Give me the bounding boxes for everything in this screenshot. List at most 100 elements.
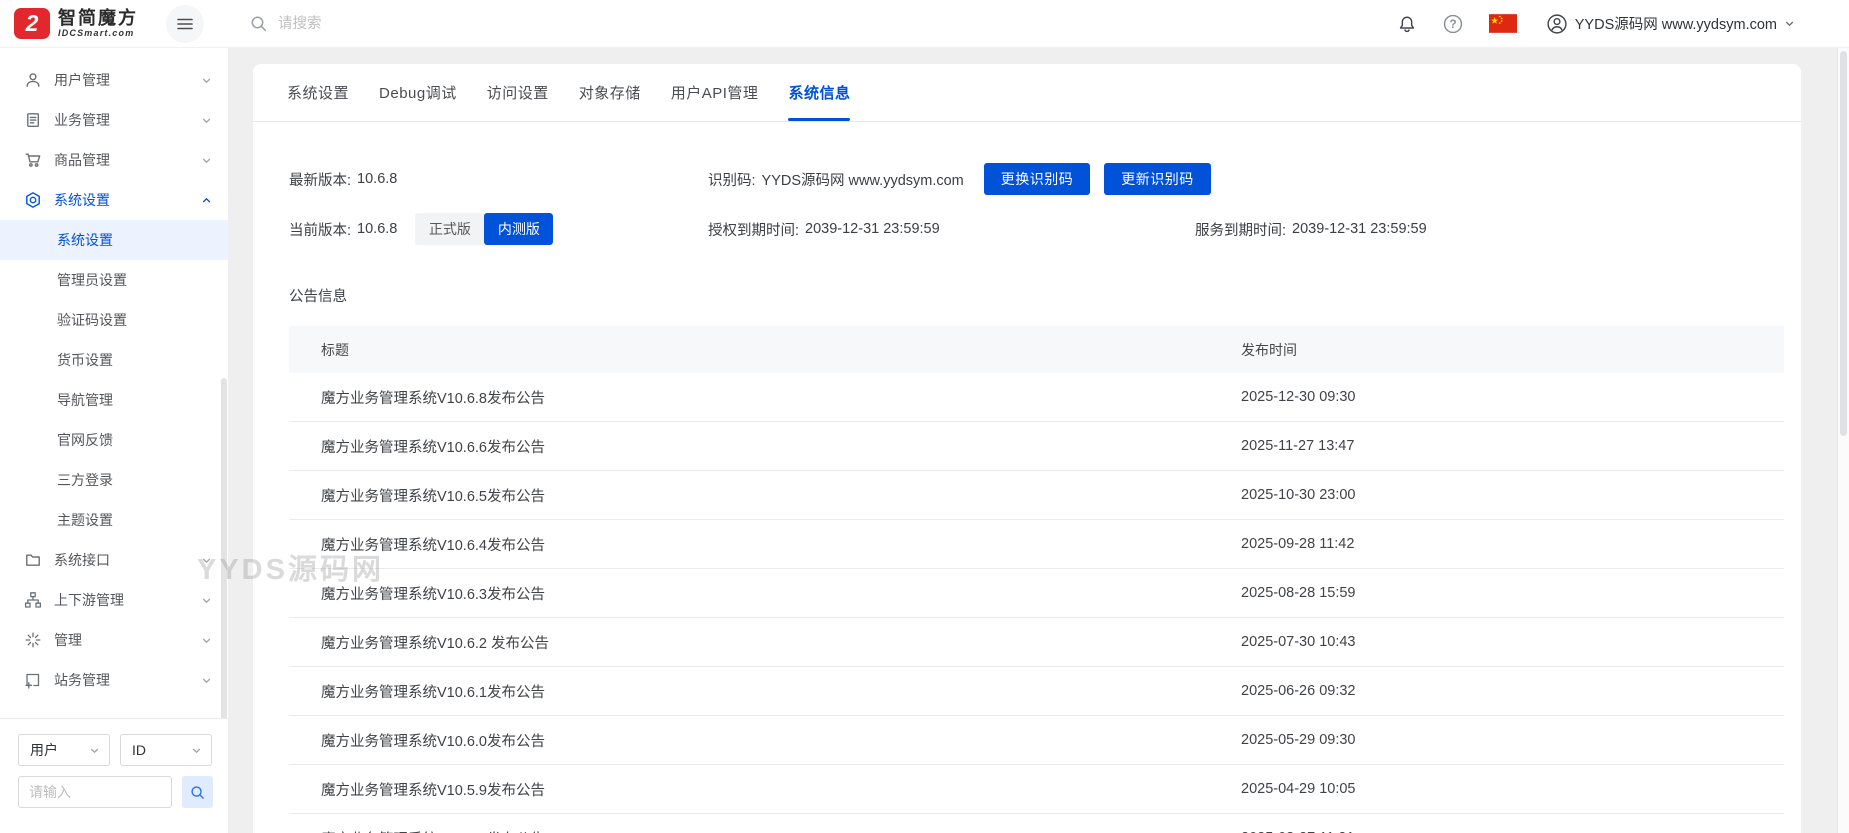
announcement-title[interactable]: 魔方业务管理系统V10.6.8发布公告 [289, 387, 1209, 408]
burst-icon [25, 632, 41, 648]
chevron-up-icon [201, 195, 212, 206]
change-idcode-button[interactable]: 更换识别码 [983, 163, 1091, 195]
sidebar-item-user-management[interactable]: 用户管理 [0, 60, 228, 100]
announcements-title: 公告信息 [289, 289, 347, 305]
user-avatar[interactable] [1547, 13, 1567, 34]
chevron-down-icon [201, 155, 212, 166]
sidebar-subitem[interactable]: 官网反馈 [0, 420, 228, 460]
tab[interactable]: 用户API管理 [656, 64, 774, 121]
sidebar-item-product-management[interactable]: 商品管理 [0, 140, 228, 180]
sidebar-item-system-settings[interactable]: 系统设置 [0, 180, 228, 220]
announcement-title[interactable]: 魔方业务管理系统V10.6.4发布公告 [289, 534, 1209, 555]
chevron-down-icon[interactable] [1784, 18, 1795, 29]
current-version-label: 当前版本: [289, 222, 352, 239]
sitemap-icon [24, 592, 42, 608]
svg-text:?: ? [1449, 18, 1456, 31]
tab[interactable]: Debug调试 [364, 64, 472, 121]
table-row[interactable]: 魔方业务管理系统V10.6.2 发布公告 2025-07-30 10:43 [289, 618, 1784, 667]
sidebar-item-upstream-downstream[interactable]: 上下游管理 [0, 580, 228, 620]
table-row[interactable]: 魔方业务管理系统V10.5.9发布公告 2025-04-29 10:05 [289, 765, 1784, 814]
search-input[interactable] [276, 14, 496, 33]
tab[interactable]: 系统设置 [272, 64, 364, 121]
table-body: 魔方业务管理系统V10.6.8发布公告 2025-12-30 09:30 魔方业… [289, 373, 1784, 833]
help-button[interactable]: ? [1443, 14, 1463, 34]
announcement-title[interactable]: 魔方业务管理系统V10.5.9发布公告 [289, 779, 1209, 800]
announcement-time: 2025-06-26 09:32 [1241, 683, 1356, 699]
sidebar-item-system-api[interactable]: 系统接口 [0, 540, 228, 580]
menu-toggle-button[interactable] [166, 4, 204, 43]
document-icon [27, 113, 39, 127]
sidebar-item-management[interactable]: 管理 [0, 620, 228, 660]
folder-plus-icon [25, 673, 40, 689]
bell-icon [1399, 16, 1414, 32]
global-search[interactable] [250, 14, 496, 33]
table-row[interactable]: 魔方业务管理系统V10.6.1发布公告 2025-06-26 09:32 [289, 667, 1784, 716]
table-row[interactable]: 魔方业务管理系统V10.6.5发布公告 2025-10-30 23:00 [289, 471, 1784, 520]
beta-channel-button[interactable]: 内测版 [484, 213, 554, 245]
announcement-title[interactable]: 魔方业务管理系统V10.6.5发布公告 [289, 485, 1209, 506]
sidebar-subitem[interactable]: 导航管理 [0, 380, 228, 420]
announcement-title[interactable]: 魔方业务管理系统V10.6.3发布公告 [289, 583, 1209, 604]
sidebar-item-business-management[interactable]: 业务管理 [0, 100, 228, 140]
user-icon [26, 73, 40, 87]
china-flag-icon [1488, 14, 1517, 33]
tab[interactable]: 访问设置 [472, 64, 564, 121]
announcement-title[interactable]: 魔方业务管理系统V10.6.1发布公告 [289, 681, 1209, 702]
sidebar-item-site-management[interactable]: 站务管理 [0, 660, 228, 700]
sidebar-quick-search-panel: 用户 ID [0, 718, 228, 833]
announcement-title[interactable]: 魔方业务管理系统V10.6.6发布公告 [289, 436, 1209, 457]
latest-version-label: 最新版本: [289, 172, 352, 189]
current-version-value: 10.6.8 [357, 221, 398, 237]
chevron-down-icon [192, 747, 201, 753]
tab-bar: 系统设置 Debug调试 访问设置 对象存储 用户API管理 系统信息 [253, 64, 1801, 122]
chevron-down-icon [201, 595, 212, 606]
logo-icon: 2 [14, 8, 50, 39]
sidebar-subitem[interactable]: 三方登录 [0, 460, 228, 500]
filter-type-select[interactable]: 用户 [18, 734, 110, 766]
page-scrollbar[interactable] [1837, 48, 1849, 833]
table-row[interactable]: 魔方业务管理系统V10.6.0发布公告 2025-05-29 09:30 [289, 716, 1784, 765]
announcement-time: 2025-08-28 15:59 [1241, 585, 1356, 601]
filter-search-button[interactable] [182, 776, 213, 808]
announcements-table: 标题 发布时间 魔方业务管理系统V10.6.8发布公告 2025-12-30 0… [289, 326, 1784, 833]
announcement-title[interactable]: 魔方业务管理系统V10.6.2 发布公告 [289, 632, 1209, 653]
filter-keyword-input[interactable] [18, 776, 172, 808]
table-row[interactable]: 魔方业务管理系统V10.5.8发布公告 2025-03-27 11:21 [289, 814, 1784, 833]
auth-expire-value: 2039-12-31 23:59:59 [805, 221, 940, 237]
column-header-title: 标题 [321, 341, 349, 358]
announcement-title[interactable]: 魔方业务管理系统V10.5.8发布公告 [289, 828, 1209, 833]
update-idcode-button[interactable]: 更新识别码 [1104, 163, 1211, 195]
page-scrollbar-thumb[interactable] [1840, 51, 1847, 436]
app-logo[interactable]: 2 智简魔方 IDCSmart.com [14, 8, 138, 39]
language-flag-button[interactable] [1488, 14, 1517, 33]
sidebar-scrollbar[interactable] [221, 378, 227, 723]
sidebar-subitem[interactable]: 系统设置 [0, 220, 228, 260]
sidebar-subitem[interactable]: 主题设置 [0, 500, 228, 540]
table-row[interactable]: 魔方业务管理系统V10.6.3发布公告 2025-08-28 15:59 [289, 569, 1784, 618]
announcement-time: 2025-11-27 13:47 [1241, 438, 1355, 454]
column-header-time: 发布时间 [1241, 341, 1297, 358]
service-expire-label: 服务到期时间: [1195, 222, 1287, 239]
system-info-section: 最新版本: 10.6.8 识别码: YYDS源码网 www.yydsym.com… [253, 163, 1801, 245]
user-account-name[interactable]: YYDS源码网 www.yydsym.com [1575, 13, 1777, 34]
sidebar-subitem[interactable]: 货币设置 [0, 340, 228, 380]
notification-bell-button[interactable] [1397, 14, 1417, 34]
table-row[interactable]: 魔方业务管理系统V10.6.6发布公告 2025-11-27 13:47 [289, 422, 1784, 471]
avatar-icon [1547, 13, 1567, 34]
table-row[interactable]: 魔方业务管理系统V10.6.4发布公告 2025-09-28 11:42 [289, 520, 1784, 569]
latest-version-value: 10.6.8 [357, 171, 398, 187]
tab[interactable]: 系统信息 [773, 64, 865, 121]
chevron-down-icon [90, 747, 99, 753]
official-channel-button[interactable]: 正式版 [415, 213, 485, 245]
table-row[interactable]: 魔方业务管理系统V10.6.8发布公告 2025-12-30 09:30 [289, 373, 1784, 422]
idcode-value: YYDS源码网 www.yydsym.com [761, 172, 964, 189]
sidebar-subitem[interactable]: 验证码设置 [0, 300, 228, 340]
sidebar-submenu: 系统设置 管理员设置 验证码设置 货币设置 导航管理 官网反馈 三方登录 主题设… [0, 220, 228, 540]
tab[interactable]: 对象存储 [564, 64, 656, 121]
sidebar-subitem[interactable]: 管理员设置 [0, 260, 228, 300]
chevron-down-icon [201, 635, 212, 646]
sidebar: 用户管理 业务管理 商品管理 系统设置 系统设置 管理员设置 验证码设置 货币设… [0, 48, 228, 833]
search-icon [251, 16, 267, 32]
filter-field-select[interactable]: ID [120, 734, 212, 766]
announcement-title[interactable]: 魔方业务管理系统V10.6.0发布公告 [289, 730, 1209, 751]
